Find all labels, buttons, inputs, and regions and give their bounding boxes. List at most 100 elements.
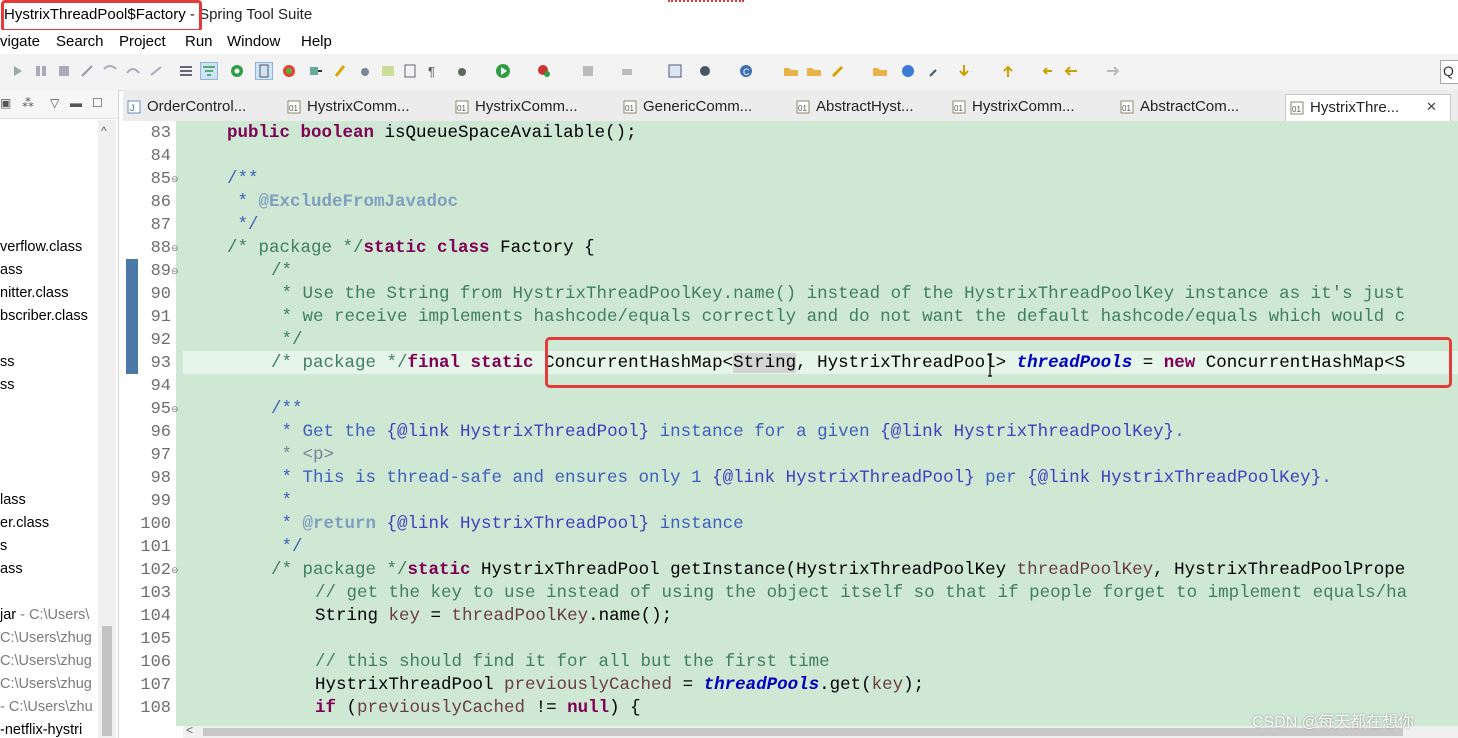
explorer-item[interactable]: C:\Users\zhug	[0, 676, 92, 692]
use-step-filters-icon[interactable]	[200, 62, 218, 80]
open-resource-icon[interactable]	[806, 63, 822, 79]
search-tool-icon[interactable]	[333, 63, 349, 79]
fold-toggle-icon[interactable]: ⊖	[171, 404, 179, 415]
globe-icon[interactable]	[900, 63, 916, 79]
explorer-item[interactable]: ss	[0, 377, 15, 393]
fold-toggle-icon[interactable]: ⊖	[171, 266, 179, 277]
view-menu-icon[interactable]: ▽	[50, 96, 59, 110]
explorer-scroll-thumb[interactable]	[102, 626, 112, 736]
drop-to-frame-icon[interactable]	[178, 63, 194, 79]
tab-abstract-hystrix[interactable]: 01 AbstractHyst...	[796, 94, 946, 121]
scroll-left-icon[interactable]: <	[186, 723, 193, 737]
tab-hystrix-thread-pool[interactable]: 01 HystrixThre... ✕	[1285, 94, 1451, 122]
explorer-vertical-scrollbar[interactable]: ^	[98, 120, 116, 738]
previous-annotation-icon[interactable]	[402, 63, 418, 79]
new-class-icon[interactable]: C	[738, 63, 754, 79]
disconnect-icon[interactable]	[79, 63, 95, 79]
new-java-project-icon[interactable]	[697, 63, 713, 79]
close-tab-icon[interactable]: ✕	[1426, 99, 1437, 115]
step-return-icon[interactable]	[148, 63, 164, 79]
toggle-mark-occurrences-icon[interactable]	[255, 62, 273, 80]
run-icon[interactable]	[495, 63, 511, 79]
class-file-icon: 01	[796, 100, 810, 114]
line-number: 105	[140, 630, 171, 649]
explorer-item[interactable]: s	[0, 538, 7, 554]
code-text: isQueueSpaceAvailable();	[374, 123, 637, 143]
menu-window[interactable]: Window	[227, 33, 280, 50]
coverage-icon[interactable]	[536, 63, 552, 79]
scroll-up-icon[interactable]: ^	[101, 124, 107, 138]
explorer-item[interactable]: lass	[0, 492, 26, 508]
fold-toggle-icon[interactable]: ⊖	[171, 174, 179, 185]
explorer-item[interactable]: -netflix-hystri	[0, 722, 82, 738]
spring-boot-dashboard-icon[interactable]	[229, 63, 245, 79]
keyword: static	[407, 560, 471, 580]
maximize-icon[interactable]: ☐	[92, 96, 103, 110]
menu-help[interactable]: Help	[301, 33, 332, 50]
keyword: public	[227, 123, 291, 143]
explorer-item[interactable]: nitter.class	[0, 285, 69, 301]
code-line-99: *	[271, 491, 293, 511]
show-whitespace-icon[interactable]: ¶	[425, 63, 441, 79]
explorer-item[interactable]: ss	[0, 354, 15, 370]
tab-hystrix-command-2[interactable]: 01 HystrixComm...	[455, 94, 605, 121]
link-editor-icon[interactable]: ⁂	[22, 96, 34, 110]
new-server-icon[interactable]	[667, 63, 683, 79]
explorer-item[interactable]: jar - C:\Users\	[0, 607, 89, 623]
fold-toggle-icon[interactable]: ⊖	[171, 565, 179, 576]
back-icon[interactable]	[1063, 63, 1079, 79]
menu-search[interactable]: Search	[56, 33, 104, 50]
explorer-item[interactable]: bscriber.class	[0, 308, 88, 324]
menu-navigate[interactable]: vigate	[0, 33, 40, 50]
explorer-item[interactable]: C:\Users\zhug	[0, 653, 92, 669]
javadoc-star: *	[227, 192, 259, 212]
menu-run[interactable]: Run	[185, 33, 213, 50]
open-type-icon[interactable]	[308, 63, 324, 79]
tab-generic-command[interactable]: 01 GenericComm...	[623, 94, 773, 121]
java-file-icon: J	[127, 100, 141, 114]
refresh-icon[interactable]	[281, 63, 297, 79]
tab-abstract-command[interactable]: 01 AbstractCom...	[1120, 94, 1270, 121]
tab-hystrix-command-1[interactable]: 01 HystrixComm...	[287, 94, 437, 121]
resume-icon[interactable]	[10, 63, 26, 79]
quick-access-field[interactable]: Q	[1440, 60, 1458, 84]
debug-icon[interactable]	[454, 63, 470, 79]
explorer-item[interactable]: - C:\Users\zhu	[0, 699, 93, 715]
line-number: 107	[140, 676, 171, 695]
line-number: 99	[150, 492, 171, 511]
line-number: 92	[150, 331, 171, 350]
step-over-icon[interactable]	[125, 63, 141, 79]
prev-edit-icon[interactable]	[1000, 63, 1016, 79]
editor-scroll-thumb[interactable]	[203, 728, 1403, 736]
stop-icon[interactable]	[580, 63, 596, 79]
explorer-item[interactable]: ass	[0, 262, 23, 278]
code-line-102: /* package */static HystrixThreadPool ge…	[271, 560, 1405, 580]
code-line-88: /* package */static class Factory {	[227, 238, 595, 258]
code-editor[interactable]: 83 84 85 86 87 88 89 90 91 92 93 94 95 9…	[123, 121, 1458, 738]
forward-icon[interactable]	[1105, 63, 1121, 79]
next-annotation-icon[interactable]	[380, 63, 396, 79]
paint-icon[interactable]	[357, 63, 373, 79]
explorer-item[interactable]: ass	[0, 561, 23, 577]
collapse-all-icon[interactable]: ▣	[0, 96, 11, 110]
pin-editor-icon[interactable]	[927, 63, 943, 79]
tab-order-controller[interactable]: J OrderControl...	[127, 94, 277, 121]
step-into-icon[interactable]	[102, 63, 118, 79]
explorer-item[interactable]: verflow.class	[0, 239, 82, 255]
open-task-icon[interactable]	[872, 63, 888, 79]
tab-hystrix-command-3[interactable]: 01 HystrixComm...	[952, 94, 1102, 121]
open-folder-icon[interactable]	[783, 63, 799, 79]
fold-toggle-icon[interactable]: ⊖	[171, 243, 179, 254]
external-tools-icon[interactable]	[620, 63, 636, 79]
explorer-item[interactable]: C:\Users\zhug	[0, 630, 92, 646]
menu-project[interactable]: Project	[119, 33, 166, 50]
terminate-icon[interactable]	[56, 63, 72, 79]
minimize-icon[interactable]: ▬	[70, 96, 82, 110]
line-number: 96	[150, 423, 171, 442]
comment: /* package */	[271, 560, 408, 580]
explorer-item[interactable]: er.class	[0, 515, 49, 531]
next-edit-icon[interactable]	[956, 63, 972, 79]
suspend-icon[interactable]	[33, 63, 49, 79]
brush-icon[interactable]	[830, 63, 846, 79]
last-edit-location-icon[interactable]	[1040, 63, 1056, 79]
